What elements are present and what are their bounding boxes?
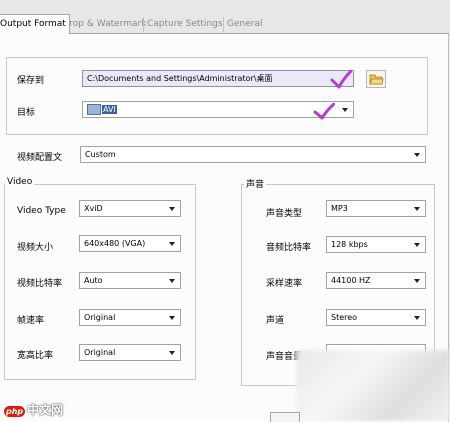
chevron-down-icon: [414, 153, 420, 157]
tab-crop-watermark[interactable]: Crop & Watermark: [59, 17, 149, 32]
video-profile-select[interactable]: Custom: [80, 146, 426, 163]
dropdown-button[interactable]: [411, 237, 425, 252]
chevron-down-icon: [342, 108, 348, 112]
sample-rate-value: 44100 HZ: [331, 276, 371, 285]
aspect-ratio-value: Original: [84, 348, 116, 357]
save-to-path-field[interactable]: C:\Documents and Settings\Administrator\…: [82, 70, 354, 87]
video-profile-value: Custom: [85, 150, 116, 159]
video-size-label: 视频大小: [17, 243, 54, 253]
frame-rate-value: Original: [84, 313, 116, 322]
audio-type-select[interactable]: MP3: [326, 200, 426, 217]
channel-value: Stereo: [331, 313, 358, 322]
tab-general[interactable]: General: [223, 17, 265, 32]
aspect-ratio-select[interactable]: Original: [79, 344, 181, 361]
video-type-label: Video Type: [17, 206, 66, 216]
video-size-select[interactable]: 640x480 (VGA): [79, 235, 181, 252]
folder-icon: [369, 74, 384, 85]
frame-rate-select[interactable]: Original: [79, 309, 181, 326]
chevron-down-icon: [169, 279, 175, 283]
tab-capture-settings[interactable]: Capture Settings: [143, 17, 226, 32]
save-to-label: 保存到: [17, 76, 45, 86]
audio-type-value: MP3: [331, 204, 348, 213]
dropdown-button[interactable]: [166, 310, 180, 325]
dropdown-button[interactable]: [411, 310, 425, 325]
video-type-value: XviD: [84, 204, 103, 213]
watermark-overlay: [296, 350, 450, 421]
audio-bitrate-select[interactable]: 128 kbps: [326, 236, 426, 253]
dropdown-button[interactable]: [166, 273, 180, 288]
dropdown-button[interactable]: [339, 102, 353, 117]
dropdown-button[interactable]: [166, 201, 180, 216]
chevron-down-icon: [169, 207, 175, 211]
audio-bitrate-label: 音频比特率: [266, 243, 312, 253]
audio-group-legend: 声音: [244, 177, 267, 190]
chevron-down-icon: [414, 243, 420, 247]
chevron-down-icon: [414, 316, 420, 320]
check-mark-icon: [313, 103, 335, 120]
video-bitrate-label: 视频比特率: [17, 279, 63, 289]
target-format-value: AVI: [102, 105, 117, 114]
brand-text: 中文网: [27, 403, 64, 417]
dropdown-button[interactable]: [166, 236, 180, 251]
check-mark-icon: [330, 70, 352, 89]
chevron-down-icon: [169, 316, 175, 320]
chevron-down-icon: [414, 207, 420, 211]
channel-select[interactable]: Stereo: [326, 309, 426, 326]
audio-type-label: 声音类型: [266, 209, 303, 219]
target-label: 目标: [17, 108, 36, 118]
tab-output-format[interactable]: Output Format: [0, 14, 70, 34]
dropdown-button[interactable]: [411, 273, 425, 288]
video-bitrate-select[interactable]: Auto: [79, 272, 181, 289]
video-bitrate-value: Auto: [84, 276, 103, 285]
video-profile-label: 视频配置文: [17, 153, 63, 163]
video-size-value: 640x480 (VGA): [84, 239, 146, 248]
chevron-down-icon: [169, 351, 175, 355]
dropdown-button[interactable]: [411, 201, 425, 216]
audio-bitrate-value: 128 kbps: [331, 240, 368, 249]
sample-rate-select[interactable]: 44100 HZ: [326, 272, 426, 289]
sample-rate-label: 采样速率: [266, 279, 303, 289]
chevron-down-icon: [169, 242, 175, 246]
php-badge: php: [4, 406, 26, 417]
output-location-group: [6, 57, 428, 135]
video-type-select[interactable]: XviD: [79, 200, 181, 217]
dropdown-button[interactable]: [411, 147, 425, 162]
aspect-ratio-label: 宽高比率: [17, 351, 54, 361]
channel-label: 声道: [266, 316, 285, 326]
video-file-icon: [87, 104, 101, 115]
video-group-legend: Video: [5, 177, 35, 187]
frame-rate-label: 帧速率: [17, 316, 45, 326]
watermark-logo: php 中文网: [4, 401, 63, 418]
browse-folder-button[interactable]: [366, 70, 386, 88]
dropdown-button[interactable]: [166, 345, 180, 360]
chevron-down-icon: [414, 279, 420, 283]
